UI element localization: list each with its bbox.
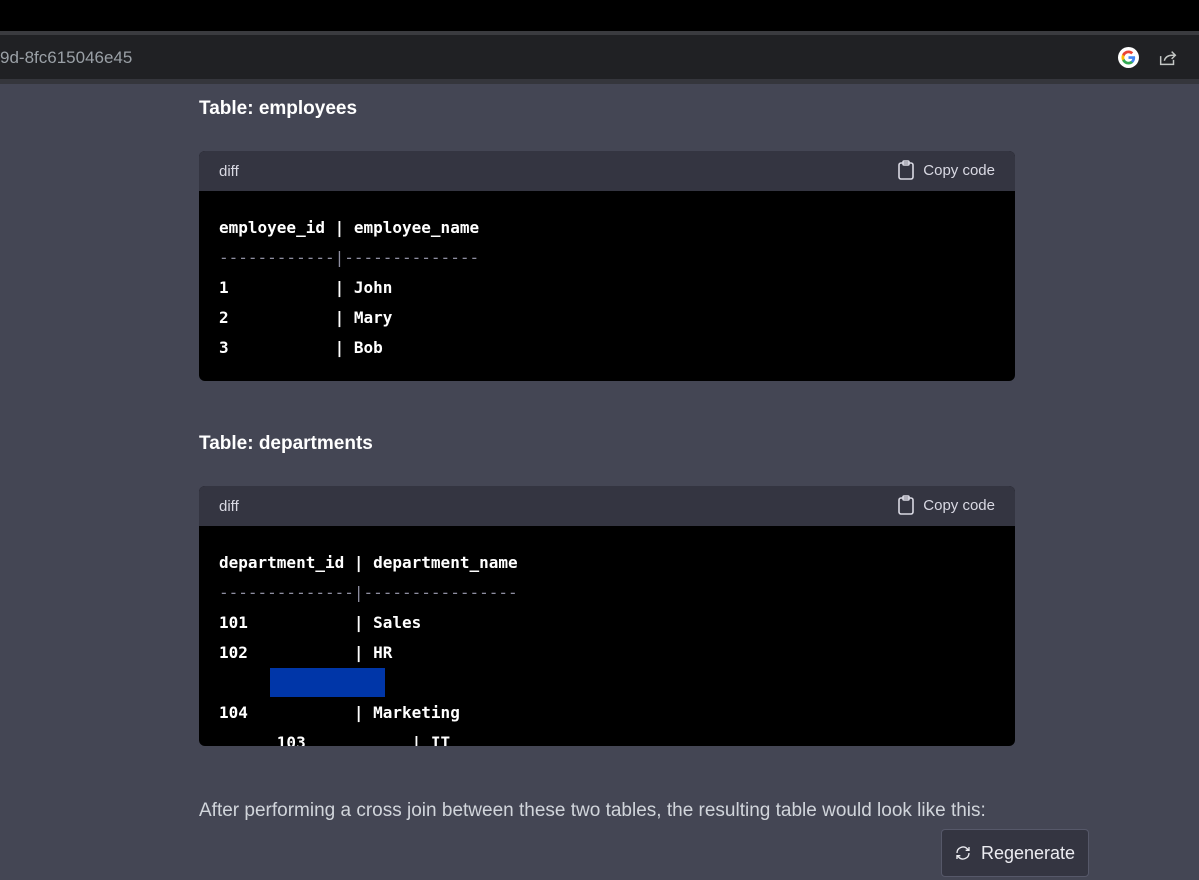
code-line: 101 | Sales <box>219 613 422 632</box>
code-line: 1 | John <box>219 278 393 297</box>
code-block-header: diff Copy code <box>199 486 1015 526</box>
table-heading-employees: Table: employees <box>199 98 358 119</box>
url-text[interactable]: 9d-8fc615046e45 <box>0 48 132 68</box>
google-icon[interactable] <box>1118 47 1139 68</box>
code-body: department_id | department_name --------… <box>199 526 1015 746</box>
code-line-text: 103 | IT <box>276 733 451 746</box>
code-line-selected[interactable]: 103 | IT <box>219 668 995 746</box>
code-line: 2 | Mary <box>219 308 393 327</box>
copy-code-label: Copy code <box>923 161 995 179</box>
code-line: ------------|-------------- <box>219 248 480 267</box>
code-block-header: diff Copy code <box>199 151 1015 191</box>
regenerate-label: Regenerate <box>980 842 1076 863</box>
code-language-label: diff <box>219 498 239 515</box>
copy-code-button[interactable]: Copy code <box>897 495 995 515</box>
code-block-departments: diff Copy code department_id | departmen… <box>199 486 1015 746</box>
code-line: 102 | HR <box>219 643 393 662</box>
code-line: employee_id | employee_name <box>219 218 480 237</box>
code-line: 3 | Bob <box>219 338 383 357</box>
table-heading-departments: Table: departments <box>199 433 373 454</box>
address-bar-shadow <box>0 79 1199 84</box>
address-bar[interactable]: 9d-8fc615046e45 <box>0 35 1199 80</box>
clipboard-icon <box>898 495 915 515</box>
clipboard-icon <box>898 160 915 180</box>
code-line: department_id | department_name <box>219 553 518 572</box>
code-body: employee_id | employee_name ------------… <box>199 191 1015 363</box>
text-selection-highlight <box>270 668 385 697</box>
response-paragraph: After performing a cross join between th… <box>199 800 986 821</box>
code-block-employees: diff Copy code employee_id | employee_na… <box>199 151 1015 381</box>
copy-code-button[interactable]: Copy code <box>897 160 995 180</box>
code-line: 104 | Marketing <box>219 703 460 722</box>
code-language-label: diff <box>219 163 239 180</box>
browser-top-bar <box>0 0 1199 31</box>
refresh-icon <box>956 846 970 860</box>
share-icon[interactable] <box>1157 47 1179 69</box>
regenerate-button[interactable]: Regenerate <box>941 829 1089 877</box>
code-line: --------------|---------------- <box>219 583 518 602</box>
copy-code-label: Copy code <box>923 496 995 514</box>
